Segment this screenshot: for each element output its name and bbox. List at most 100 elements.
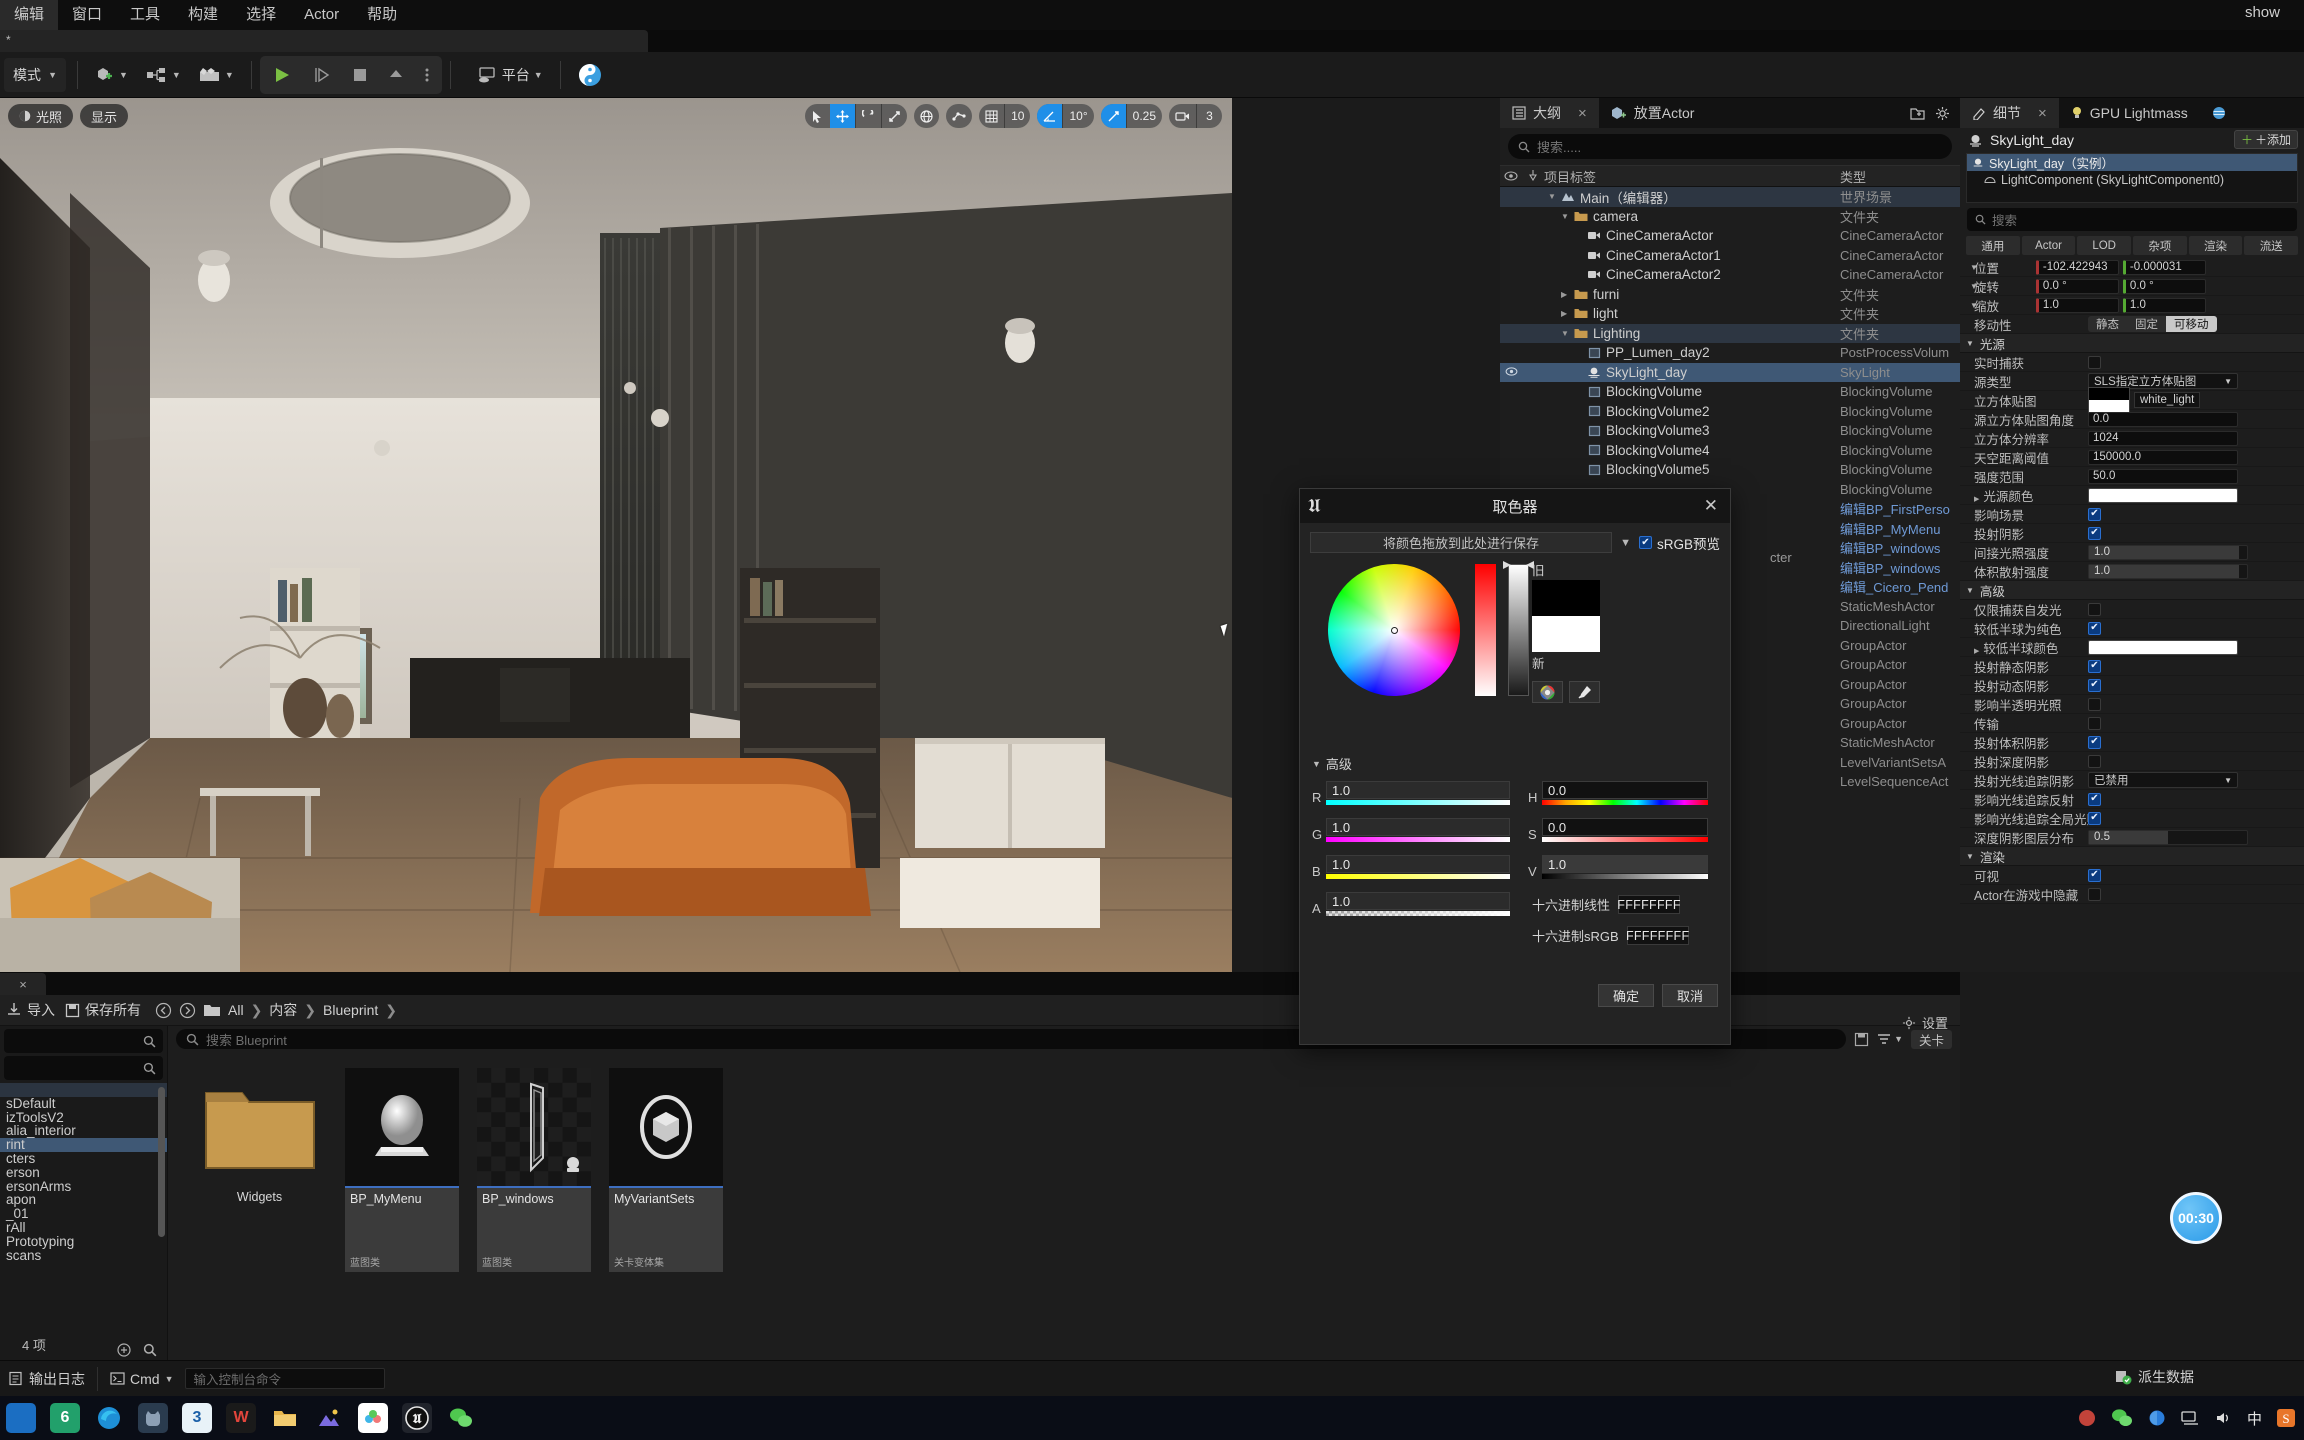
transform-x-input[interactable]: -102.422943	[2035, 259, 2119, 275]
g-input[interactable]: 1.0	[1326, 818, 1510, 836]
angle-snap-value[interactable]: 10°	[1063, 104, 1093, 128]
outliner-row[interactable]: SkyLight_day SkyLight	[1500, 362, 1960, 382]
transform-x-input[interactable]: 1.0	[2035, 297, 2119, 313]
output-log-button[interactable]: 输出日志	[8, 1369, 85, 1389]
close-icon[interactable]: ×	[1578, 105, 1587, 122]
outliner-row[interactable]: ▶ light 文件夹	[1500, 304, 1960, 324]
a-gradient[interactable]	[1326, 911, 1510, 916]
source-tree-item[interactable]: ersonArms	[0, 1180, 167, 1194]
outliner-row[interactable]: ▼ camera 文件夹	[1500, 207, 1960, 227]
details-search[interactable]: 搜索	[1967, 208, 2297, 231]
cmd-dropdown[interactable]: Cmd ▼	[110, 1371, 173, 1387]
srgb-preview-toggle[interactable]: sRGB预览	[1638, 533, 1720, 553]
outliner-row[interactable]: CineCameraActor1 CineCameraActor	[1500, 246, 1960, 266]
eyedropper-button[interactable]	[1569, 681, 1600, 703]
eject-button[interactable]	[380, 58, 412, 92]
details-category-tab[interactable]: 流送	[2244, 236, 2299, 255]
select-tool-button[interactable]	[805, 104, 830, 128]
property-checkbox[interactable]	[2088, 621, 2101, 635]
source-tree-item[interactable]: cters	[0, 1152, 167, 1166]
import-button[interactable]: 导入	[6, 1000, 55, 1020]
property-checkbox[interactable]	[2088, 602, 2101, 616]
stop-button[interactable]	[344, 58, 376, 92]
chevron-down-icon[interactable]: ▼	[1970, 282, 1978, 291]
property-slider[interactable]: 0.5	[2088, 829, 2248, 845]
chevron-down-icon[interactable]: ▼	[1970, 263, 1978, 272]
triangle-down-icon[interactable]: ▼	[1561, 329, 1573, 338]
mobility-option[interactable]: 固定	[2127, 316, 2166, 332]
color-wheel-mode-button[interactable]	[1532, 681, 1563, 703]
source-tree-item[interactable]: apon	[0, 1193, 167, 1207]
menu-item-edit[interactable]: 编辑	[0, 0, 59, 30]
cubemap-asset-name[interactable]: white_light	[2134, 392, 2201, 408]
property-checkbox[interactable]	[2088, 697, 2101, 711]
camera-speed-button[interactable]	[1169, 104, 1196, 128]
s-input[interactable]: 0.0	[1542, 818, 1708, 836]
property-checkbox[interactable]	[2088, 754, 2101, 768]
details-category-tab[interactable]: LOD	[2077, 236, 2132, 255]
outliner-row[interactable]: ▼ Lighting 文件夹	[1500, 323, 1960, 343]
source-tree-item[interactable]: erson	[0, 1166, 167, 1180]
tab-gpu-lightmass[interactable]: GPU Lightmass	[2059, 98, 2200, 128]
outliner-row[interactable]: BlockingVolume3 BlockingVolume	[1500, 421, 1960, 441]
play-options-button[interactable]	[416, 58, 438, 92]
menu-item-help[interactable]: 帮助	[353, 0, 411, 30]
level-viewport[interactable]: 光照 显示 10 10° 0.25 3	[0, 98, 1232, 972]
surface-snap-button[interactable]	[946, 104, 972, 128]
color-wheel-cursor[interactable]	[1391, 627, 1398, 634]
source-tree-item[interactable]: rAll	[0, 1221, 167, 1235]
outliner-row[interactable]: CineCameraActor2 CineCameraActor	[1500, 265, 1960, 285]
asset-tile[interactable]: MyVariantSets 关卡变体集	[609, 1068, 723, 1361]
triangle-right-icon[interactable]: ▶	[1561, 309, 1573, 318]
menu-item-actor[interactable]: Actor	[290, 0, 353, 30]
r-gradient[interactable]	[1326, 800, 1510, 805]
advanced-section-toggle[interactable]: ▼ 高级	[1300, 750, 1730, 775]
details-category-tab[interactable]: 通用	[1966, 236, 2020, 255]
taskbar-icon-cloud-drive[interactable]	[358, 1403, 388, 1433]
tab-outliner[interactable]: 大纲 ×	[1500, 98, 1599, 128]
transform-x-input[interactable]: 0.0 °	[2035, 278, 2119, 294]
saturation-bar[interactable]	[1475, 564, 1496, 696]
h-gradient[interactable]	[1542, 800, 1708, 805]
property-checkbox[interactable]	[2088, 507, 2101, 521]
console-command-input[interactable]: 输入控制台命令	[185, 1368, 386, 1389]
cubemap-thumbnail[interactable]	[2088, 387, 2130, 413]
g-gradient[interactable]	[1326, 837, 1510, 842]
outliner-row[interactable]: ▼ Main（编辑器） 世界场景	[1500, 187, 1960, 207]
outliner-col-type[interactable]: 类型	[1840, 167, 1960, 186]
move-tool-button[interactable]	[830, 104, 856, 128]
play-button[interactable]	[264, 58, 302, 92]
menu-item-window[interactable]: 窗口	[58, 0, 116, 30]
property-section-header[interactable]: ▼ 光源	[1960, 334, 2304, 353]
transform-y-input[interactable]: -0.000031	[2122, 259, 2206, 275]
taichi-plugin-button[interactable]	[571, 58, 609, 92]
property-checkbox[interactable]	[2088, 792, 2101, 806]
property-section-header[interactable]: ▼ 渲染	[1960, 847, 2304, 866]
mobility-option[interactable]: 可移动	[2166, 316, 2217, 332]
angle-snap-toggle[interactable]	[1037, 104, 1063, 128]
gear-icon[interactable]	[1935, 106, 1950, 121]
property-checkbox[interactable]	[2088, 526, 2101, 540]
triangle-right-icon[interactable]: ▶	[1974, 496, 1979, 503]
content-settings-button[interactable]: 设置	[1902, 1013, 1948, 1032]
v-input[interactable]: 1.0	[1542, 855, 1708, 873]
menu-item-tools[interactable]: 工具	[116, 0, 174, 30]
transform-y-input[interactable]: 1.0	[2122, 297, 2206, 313]
taskbar-icon-wps[interactable]: W	[226, 1403, 256, 1433]
property-checkbox[interactable]	[2088, 811, 2101, 825]
mobility-option[interactable]: 静态	[2088, 316, 2127, 332]
scale-snap-toggle[interactable]	[1100, 104, 1126, 128]
source-tree-item[interactable]: Prototyping	[0, 1235, 167, 1249]
level-tab[interactable]: *	[0, 30, 648, 52]
property-section-header[interactable]: ▼ 高级	[1960, 581, 2304, 600]
property-checkbox[interactable]	[2088, 735, 2101, 749]
h-input[interactable]: 0.0	[1542, 781, 1708, 799]
add-actor-button[interactable]: ▼	[88, 58, 135, 92]
triangle-down-icon[interactable]: ▼	[1561, 212, 1573, 221]
source-tree-item[interactable]: alia_interior	[0, 1124, 167, 1138]
scale-tool-button[interactable]	[882, 104, 907, 128]
cancel-button[interactable]: 取消	[1662, 984, 1718, 1007]
visibility-toggle-icon[interactable]	[1500, 365, 1522, 379]
add-icon[interactable]	[117, 1343, 131, 1357]
property-color-swatch[interactable]	[2088, 639, 2238, 655]
